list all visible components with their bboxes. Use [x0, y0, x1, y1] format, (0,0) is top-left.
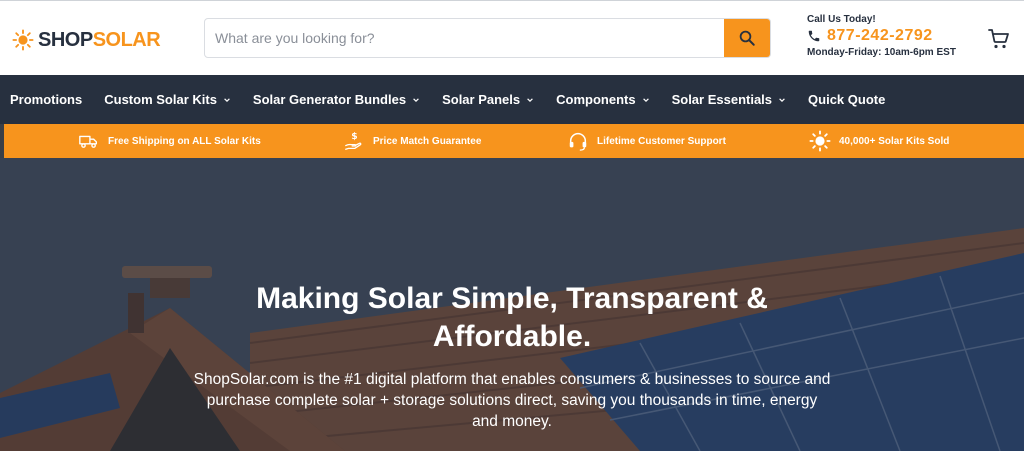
truck-icon: [79, 135, 98, 148]
nav-item-solar-essentials[interactable]: Solar Essentials: [672, 92, 786, 107]
nav-item-label: Solar Generator Bundles: [252, 92, 407, 107]
hero-banner: Making Solar Simple, Transparent & Affor…: [0, 158, 1024, 451]
shopsolar-logo[interactable]: SHOP SOLAR: [12, 25, 161, 55]
benefit-label: Lifetime Customer Support: [597, 135, 726, 147]
search-input[interactable]: [205, 19, 724, 57]
benefit-label: Free Shipping on ALL Solar Kits: [108, 135, 261, 147]
chevron-down-icon: [779, 97, 785, 102]
phone-number[interactable]: 877-242-2792: [827, 27, 933, 45]
benefit-price-match: $ Price Match Guarantee: [343, 124, 481, 158]
benefit-label: Price Match Guarantee: [373, 135, 482, 147]
nav-item-label: Solar Essentials: [671, 92, 773, 107]
cart-button[interactable]: [987, 27, 1011, 51]
headset-icon: [569, 133, 587, 151]
nav-item-promotions[interactable]: Promotions: [10, 92, 82, 107]
logo-text-solar: SOLAR: [92, 28, 161, 51]
hero-description: ShopSolar.com is the #1 digital platform…: [193, 371, 831, 430]
chevron-down-icon: [527, 97, 533, 102]
contact-info: Call Us Today! 877-242-2792 Monday-Frida…: [807, 14, 977, 58]
site-header: SHOPSOLAR Call Us Today! 877-242-2792 Mo…: [0, 0, 1024, 75]
benefit-kits-sold: 40,000+ Solar Kits Sold: [809, 124, 949, 158]
nav-item-components[interactable]: Components: [556, 92, 649, 107]
nav-item-solar-generator-bundles[interactable]: Solar Generator Bundles: [253, 92, 420, 107]
nav-item-label: Solar Panels: [442, 92, 521, 107]
main-nav: Promotions Custom Solar Kits Solar Gener…: [0, 75, 1024, 124]
nav-item-solar-panels[interactable]: Solar Panels: [442, 92, 534, 107]
logo-sun-icon: [12, 29, 34, 51]
hero-title: Making Solar Simple, Transparent & Affor…: [256, 282, 768, 353]
business-hours: Monday-Friday: 10am-6pm EST: [807, 47, 956, 58]
chevron-down-icon: [224, 97, 230, 102]
nav-item-quick-quote[interactable]: Quick Quote: [808, 92, 885, 107]
benefit-customer-support: Lifetime Customer Support: [567, 124, 726, 158]
nav-item-label: Components: [556, 92, 636, 107]
logo-text-shop: SHOP: [38, 28, 93, 51]
phone-row[interactable]: 877-242-2792: [807, 27, 977, 45]
search-button[interactable]: [724, 19, 770, 57]
phone-icon: [808, 30, 820, 42]
nav-item-custom-solar-kits[interactable]: Custom Solar Kits: [104, 92, 231, 107]
benefit-label: 40,000+ Solar Kits Sold: [839, 135, 950, 147]
price-hand-icon: $: [345, 131, 362, 150]
chevron-down-icon: [413, 97, 419, 102]
cart-icon: [988, 29, 1009, 49]
benefits-bar: Free Shipping on ALL Solar Kits $ Price …: [0, 124, 1024, 158]
nav-item-label: Promotions: [10, 92, 83, 107]
nav-item-label: Quick Quote: [808, 92, 886, 107]
call-us-label: Call Us Today!: [807, 14, 876, 25]
sun-icon: [809, 130, 831, 152]
svg-text:$: $: [351, 131, 357, 142]
search-bar: [204, 18, 771, 58]
nav-item-label: Custom Solar Kits: [104, 92, 217, 107]
benefit-free-shipping: Free Shipping on ALL Solar Kits: [78, 124, 261, 158]
chevron-down-icon: [642, 97, 649, 102]
search-icon: [739, 30, 755, 46]
